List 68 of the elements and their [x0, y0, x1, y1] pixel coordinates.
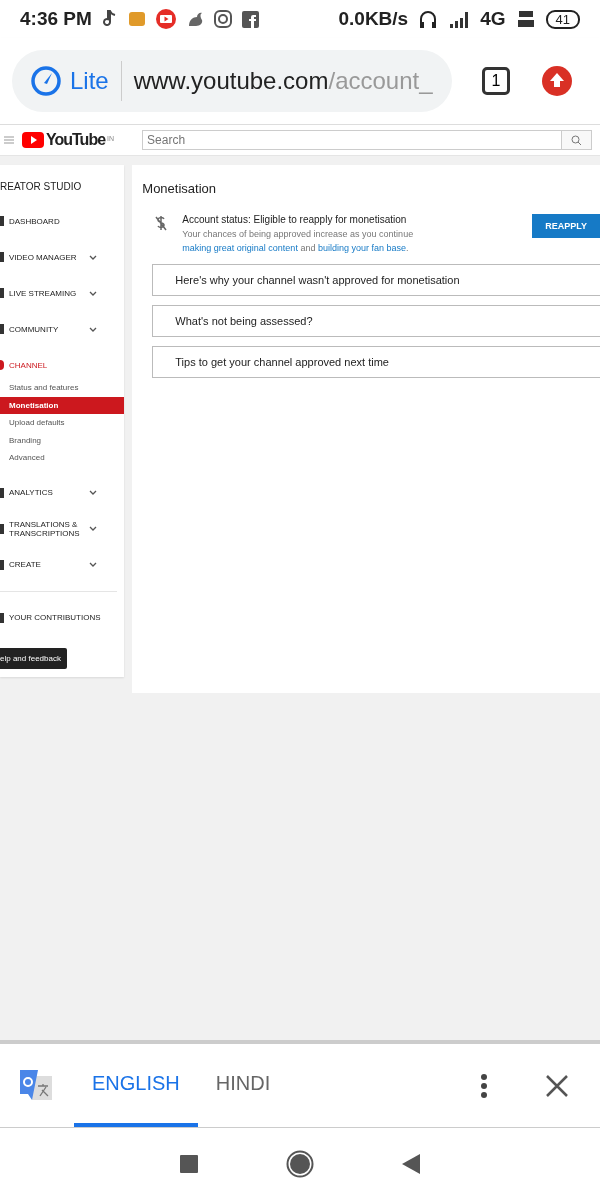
- chevron-down-icon[interactable]: [89, 526, 97, 531]
- search-icon: [571, 134, 583, 146]
- chevron-down-icon[interactable]: [89, 562, 97, 567]
- section-icon: [0, 360, 4, 370]
- language-tab[interactable]: HINDI: [197, 1044, 289, 1127]
- music-note-icon: [101, 10, 118, 28]
- section-icon: [0, 324, 4, 334]
- section-icon: [0, 288, 4, 298]
- signal-icon: [448, 10, 471, 28]
- text-link[interactable]: making great original content: [182, 243, 298, 253]
- sidebar-item[interactable]: COMMUNITY: [9, 324, 89, 334]
- reapply-button[interactable]: REAPPLY: [532, 214, 600, 238]
- sidebar-subitem[interactable]: Upload defaults: [0, 414, 125, 432]
- sidebar-subitem[interactable]: Branding: [0, 431, 125, 449]
- camera-icon: [213, 10, 232, 28]
- status-time: 4:36 PM: [20, 8, 92, 30]
- status-description: Your chances of being approved increase as you continue making great original content and building your fan base.: [182, 228, 415, 255]
- network-type: 4G: [480, 8, 506, 30]
- search-button[interactable]: [562, 130, 593, 150]
- section-icon: [0, 252, 4, 262]
- youtube-wordmark[interactable]: YouTube: [46, 131, 106, 149]
- text-link[interactable]: building your fan base: [317, 243, 406, 253]
- headphones-icon: [418, 9, 439, 29]
- sidebar-subitem[interactable]: Monetisation: [0, 396, 125, 414]
- no-money-icon: [154, 214, 169, 232]
- sidebar-item[interactable]: YOUR CONTRIBUTIONS: [9, 613, 125, 622]
- lite-mode-label: Lite: [70, 61, 122, 101]
- help-feedback-button[interactable]: elp and feedback: [0, 647, 67, 669]
- battery-indicator: 41: [545, 9, 580, 29]
- sidebar-subitem[interactable]: Advanced: [0, 449, 125, 467]
- expandable-section[interactable]: Here's why your channel wasn't approved for monetisation: [152, 264, 600, 296]
- chevron-down-icon[interactable]: [89, 326, 97, 332]
- page-title: Monetisation: [142, 181, 218, 196]
- account-status: Account status: Eligible to reapply for monetisation: [182, 214, 408, 225]
- language-tab[interactable]: ENGLISH: [74, 1044, 198, 1127]
- sidebar-subitem[interactable]: Status and features: [0, 379, 125, 397]
- chevron-down-icon[interactable]: [89, 254, 97, 260]
- sidebar-item[interactable]: ANALYTICS: [9, 488, 89, 497]
- home-circle-icon[interactable]: [286, 1150, 314, 1178]
- sidebar-title: REATOR STUDIO: [0, 181, 83, 192]
- expandable-section[interactable]: What's not being assessed?: [152, 305, 600, 337]
- section-icon: [0, 612, 4, 623]
- sidebar-item[interactable]: LIVE STREAMING: [9, 288, 89, 298]
- expandable-section[interactable]: Tips to get your channel approved next time: [152, 346, 600, 378]
- section-icon: [0, 559, 4, 570]
- search-field[interactable]: Search: [142, 130, 563, 150]
- data-rate: 0.0KB/s: [338, 8, 409, 30]
- sidebar-item[interactable]: CHANNEL: [9, 360, 89, 370]
- close-icon[interactable]: [546, 1074, 568, 1097]
- section-icon: [0, 216, 4, 226]
- back-triangle-icon[interactable]: [402, 1154, 420, 1174]
- sidebar-item[interactable]: DASHBOARD: [9, 216, 89, 226]
- more-options-icon[interactable]: [480, 1072, 488, 1099]
- f-square-icon: [241, 10, 259, 28]
- chevron-down-icon[interactable]: [89, 490, 97, 495]
- play-button-icon: [155, 9, 176, 29]
- section-icon: [0, 523, 4, 534]
- sidebar-item[interactable]: VIDEO MANAGER: [9, 252, 89, 262]
- address-bar[interactable]: Lite www.youtube.com/account_: [12, 50, 452, 112]
- chevron-down-icon[interactable]: [89, 290, 97, 296]
- play-logo-icon: [22, 132, 44, 148]
- sidebar-item[interactable]: CREATE: [9, 560, 89, 569]
- section-icon: [0, 487, 4, 498]
- sidebar-item[interactable]: TRANSLATIONS & TRANSCRIPTIONS: [9, 519, 89, 538]
- tab-count-button[interactable]: 1: [482, 67, 510, 95]
- url-text: www.youtube.com/account_: [132, 67, 433, 95]
- app-icon: [127, 10, 146, 28]
- speedometer-icon: [30, 65, 62, 97]
